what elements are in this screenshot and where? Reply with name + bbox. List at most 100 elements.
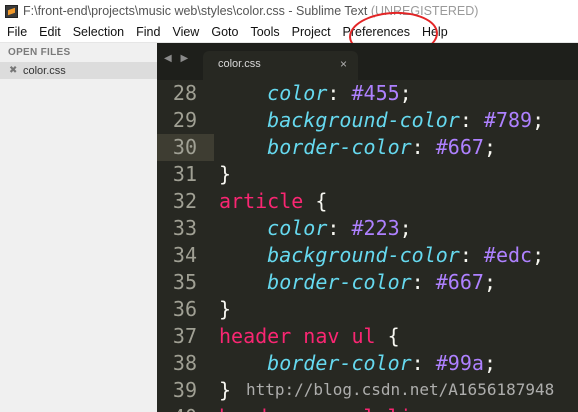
line-number: 30 — [172, 135, 197, 159]
open-file-name: color.css — [23, 64, 66, 77]
watermark: http://blog.csdn.net/A1656187948 — [246, 380, 555, 399]
code-text: header nav ul { — [219, 323, 400, 350]
code-line[interactable]: 36} — [157, 296, 578, 323]
code-line[interactable]: 35 border-color: #667; — [157, 269, 578, 296]
code-text: } — [219, 377, 231, 404]
line-gutter: 28 — [157, 80, 214, 107]
menu-edit[interactable]: Edit — [33, 22, 67, 42]
token-prop: border-color — [267, 270, 412, 294]
token-punct: ; — [399, 81, 412, 105]
open-files-heading: OPEN FILES — [8, 47, 71, 58]
token-prop: border-color — [267, 135, 412, 159]
token-prop: border-color — [267, 351, 412, 375]
code-line[interactable]: 31} — [157, 161, 578, 188]
line-gutter: 30 — [157, 134, 214, 161]
menu-tools[interactable]: Tools — [244, 22, 285, 42]
code-line[interactable]: 34 background-color: #edc; — [157, 242, 578, 269]
token-sel: header nav ul — [219, 324, 376, 348]
code-text: header nav ul li — [219, 404, 412, 412]
token-val: #789 — [483, 108, 533, 132]
tab-label: color.css — [218, 58, 261, 70]
line-gutter: 29 — [157, 107, 214, 134]
code-text: color: #223; — [219, 215, 412, 242]
token-punct — [219, 270, 267, 294]
token-punct: { — [375, 324, 400, 348]
code-line[interactable]: 32 article { — [157, 188, 578, 215]
token-punct: : — [411, 351, 436, 375]
token-punct: { — [303, 189, 328, 213]
code-text: background-color: #789; — [219, 107, 544, 134]
token-punct: : — [411, 135, 436, 159]
token-prop: background-color — [267, 108, 460, 132]
token-punct — [219, 216, 267, 240]
sublime-app-icon — [5, 4, 18, 18]
menu-selection[interactable]: Selection — [67, 22, 130, 42]
line-gutter: 36 — [157, 296, 214, 323]
token-punct: ; — [532, 108, 545, 132]
tab-color-css[interactable]: color.css × — [203, 51, 358, 80]
open-file-item[interactable]: ✖ color.css — [0, 62, 157, 79]
line-number: 36 — [172, 297, 197, 321]
line-number: 34 — [172, 243, 197, 267]
code-text: border-color: #99a; — [219, 350, 496, 377]
line-number: 32 — [172, 189, 197, 213]
line-number: 33 — [172, 216, 197, 240]
code-line[interactable]: 37 header nav ul { — [157, 323, 578, 350]
code-line[interactable]: 28 color: #455; — [157, 80, 578, 107]
code-line[interactable]: 33 color: #223; — [157, 215, 578, 242]
line-gutter: 31 — [157, 161, 214, 188]
code-line[interactable]: 40 header nav ul li — [157, 404, 578, 412]
code-text: border-color: #667; — [219, 269, 496, 296]
close-file-icon[interactable]: ✖ — [0, 65, 23, 76]
token-sel: article — [219, 189, 304, 213]
token-punct: ; — [483, 135, 496, 159]
menu-view[interactable]: View — [166, 22, 205, 42]
code-text: color: #455; — [219, 80, 412, 107]
code-line[interactable]: 29 background-color: #789; — [157, 107, 578, 134]
tab-close-icon[interactable]: × — [340, 57, 347, 71]
line-gutter: 37 — [157, 323, 214, 350]
line-number: 29 — [172, 108, 197, 132]
line-number: 35 — [172, 270, 197, 294]
line-gutter: 39 — [157, 377, 214, 404]
line-gutter: 40 — [157, 404, 214, 412]
token-punct — [219, 135, 267, 159]
line-gutter: 33 — [157, 215, 214, 242]
code-text: } — [219, 296, 231, 323]
token-prop: color — [267, 216, 328, 240]
token-val: #667 — [435, 135, 484, 159]
code-line[interactable]: 30 border-color: #667; — [157, 134, 578, 161]
menu-file[interactable]: File — [0, 22, 33, 42]
token-val: #667 — [435, 270, 484, 294]
token-punct: : — [327, 216, 352, 240]
token-punct — [219, 81, 267, 105]
token-punct: } — [219, 378, 232, 402]
code-text: border-color: #667; — [219, 134, 496, 161]
line-number: 31 — [172, 162, 197, 186]
title-bar: F:\front-end\projects\music web\styles\c… — [0, 0, 578, 22]
token-punct: ; — [483, 270, 496, 294]
token-punct — [219, 243, 267, 267]
token-punct: ; — [532, 243, 545, 267]
token-punct: ; — [483, 351, 496, 375]
sidebar: OPEN FILES ✖ color.css — [0, 43, 157, 412]
code-editor[interactable]: 28 color: #455; 29 background-color: #789… — [157, 80, 578, 412]
token-punct: : — [411, 270, 436, 294]
line-gutter: 32 — [157, 188, 214, 215]
menu-project[interactable]: Project — [286, 22, 337, 42]
tab-scroll-arrows-icon[interactable]: ◀ ▶ — [164, 53, 191, 64]
token-punct: : — [459, 108, 484, 132]
line-number: 40 — [173, 404, 197, 412]
code-text: article { — [219, 188, 327, 215]
token-punct: } — [219, 297, 232, 321]
token-punct — [219, 351, 267, 375]
line-number: 37 — [172, 324, 197, 348]
token-prop: color — [267, 81, 328, 105]
token-punct: : — [459, 243, 484, 267]
menu-find[interactable]: Find — [130, 22, 166, 42]
line-number: 39 — [172, 378, 197, 402]
code-line[interactable]: 38 border-color: #99a; — [157, 350, 578, 377]
menu-goto[interactable]: Goto — [205, 22, 244, 42]
line-number: 38 — [172, 351, 197, 375]
tab-bar: ◀ ▶ color.css × — [157, 43, 578, 80]
